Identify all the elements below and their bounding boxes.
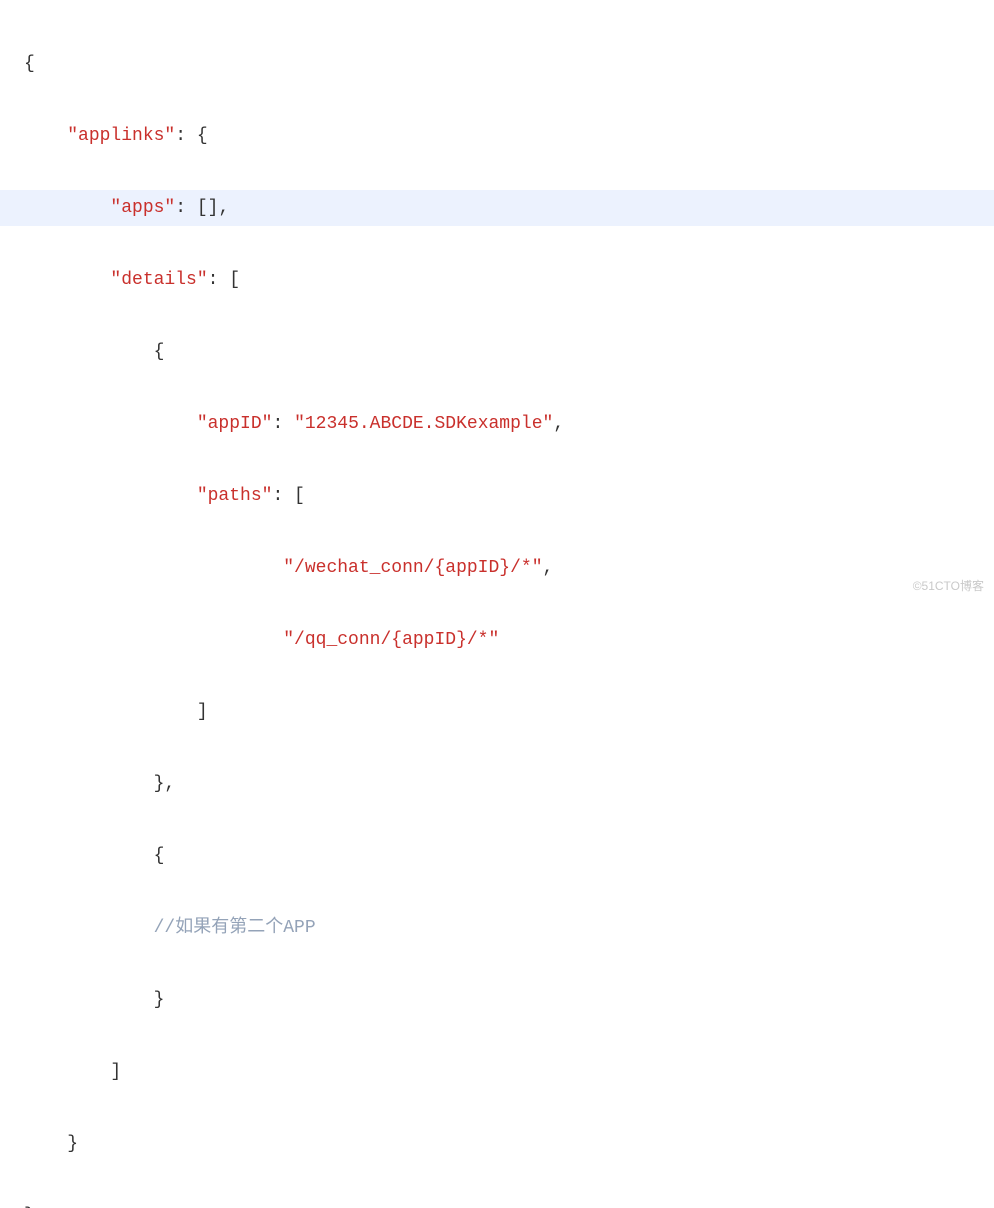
code-line: { bbox=[0, 334, 994, 370]
code-line: //如果有第二个APP bbox=[0, 910, 994, 946]
bracket-close: ] bbox=[110, 1062, 121, 1082]
brace-close: }, bbox=[154, 774, 176, 794]
brace-open: { bbox=[154, 342, 165, 362]
code-line: "paths": [ bbox=[0, 478, 994, 514]
brace-close: } bbox=[67, 1134, 78, 1154]
brace-open: { bbox=[24, 54, 35, 74]
code-line: ] bbox=[0, 694, 994, 730]
code-line: { bbox=[0, 838, 994, 874]
code-line: } bbox=[0, 982, 994, 1018]
code-line: { bbox=[0, 46, 994, 82]
json-value: "/qq_conn/{appID}/*" bbox=[283, 630, 499, 650]
code-line: "/qq_conn/{appID}/*" bbox=[0, 622, 994, 658]
code-line-highlighted: "apps": [], bbox=[0, 190, 994, 226]
json-key: "appID" bbox=[197, 414, 273, 434]
json-key: "details" bbox=[110, 270, 207, 290]
code-line: } bbox=[0, 1198, 994, 1208]
json-key: "paths" bbox=[197, 486, 273, 506]
code-line: ] bbox=[0, 1054, 994, 1090]
brace-close: } bbox=[154, 990, 165, 1010]
json-key: "apps" bbox=[110, 198, 175, 218]
code-line: "details": [ bbox=[0, 262, 994, 298]
punct: , bbox=[543, 558, 554, 578]
code-block: { "applinks": { "apps": [], "details": [… bbox=[0, 0, 994, 1208]
punct: : bbox=[272, 414, 294, 434]
code-line: "applinks": { bbox=[0, 118, 994, 154]
punct: : [ bbox=[272, 486, 304, 506]
code-line: }, bbox=[0, 766, 994, 802]
json-key: "applinks" bbox=[67, 126, 175, 146]
code-line: "/wechat_conn/{appID}/*", bbox=[0, 550, 994, 586]
json-value: "/wechat_conn/{appID}/*" bbox=[283, 558, 542, 578]
code-line: "appID": "12345.ABCDE.SDKexample", bbox=[0, 406, 994, 442]
comment: //如果有第二个APP bbox=[154, 918, 316, 938]
punct: : [], bbox=[175, 198, 229, 218]
bracket-close: ] bbox=[197, 702, 208, 722]
brace-open: { bbox=[154, 846, 165, 866]
punct: : [ bbox=[208, 270, 240, 290]
code-line: } bbox=[0, 1126, 994, 1162]
brace-close: } bbox=[24, 1206, 35, 1208]
punct: : { bbox=[175, 126, 207, 146]
watermark: ©51CTO博客 bbox=[913, 574, 984, 598]
punct: , bbox=[553, 414, 564, 434]
json-value: "12345.ABCDE.SDKexample" bbox=[294, 414, 553, 434]
